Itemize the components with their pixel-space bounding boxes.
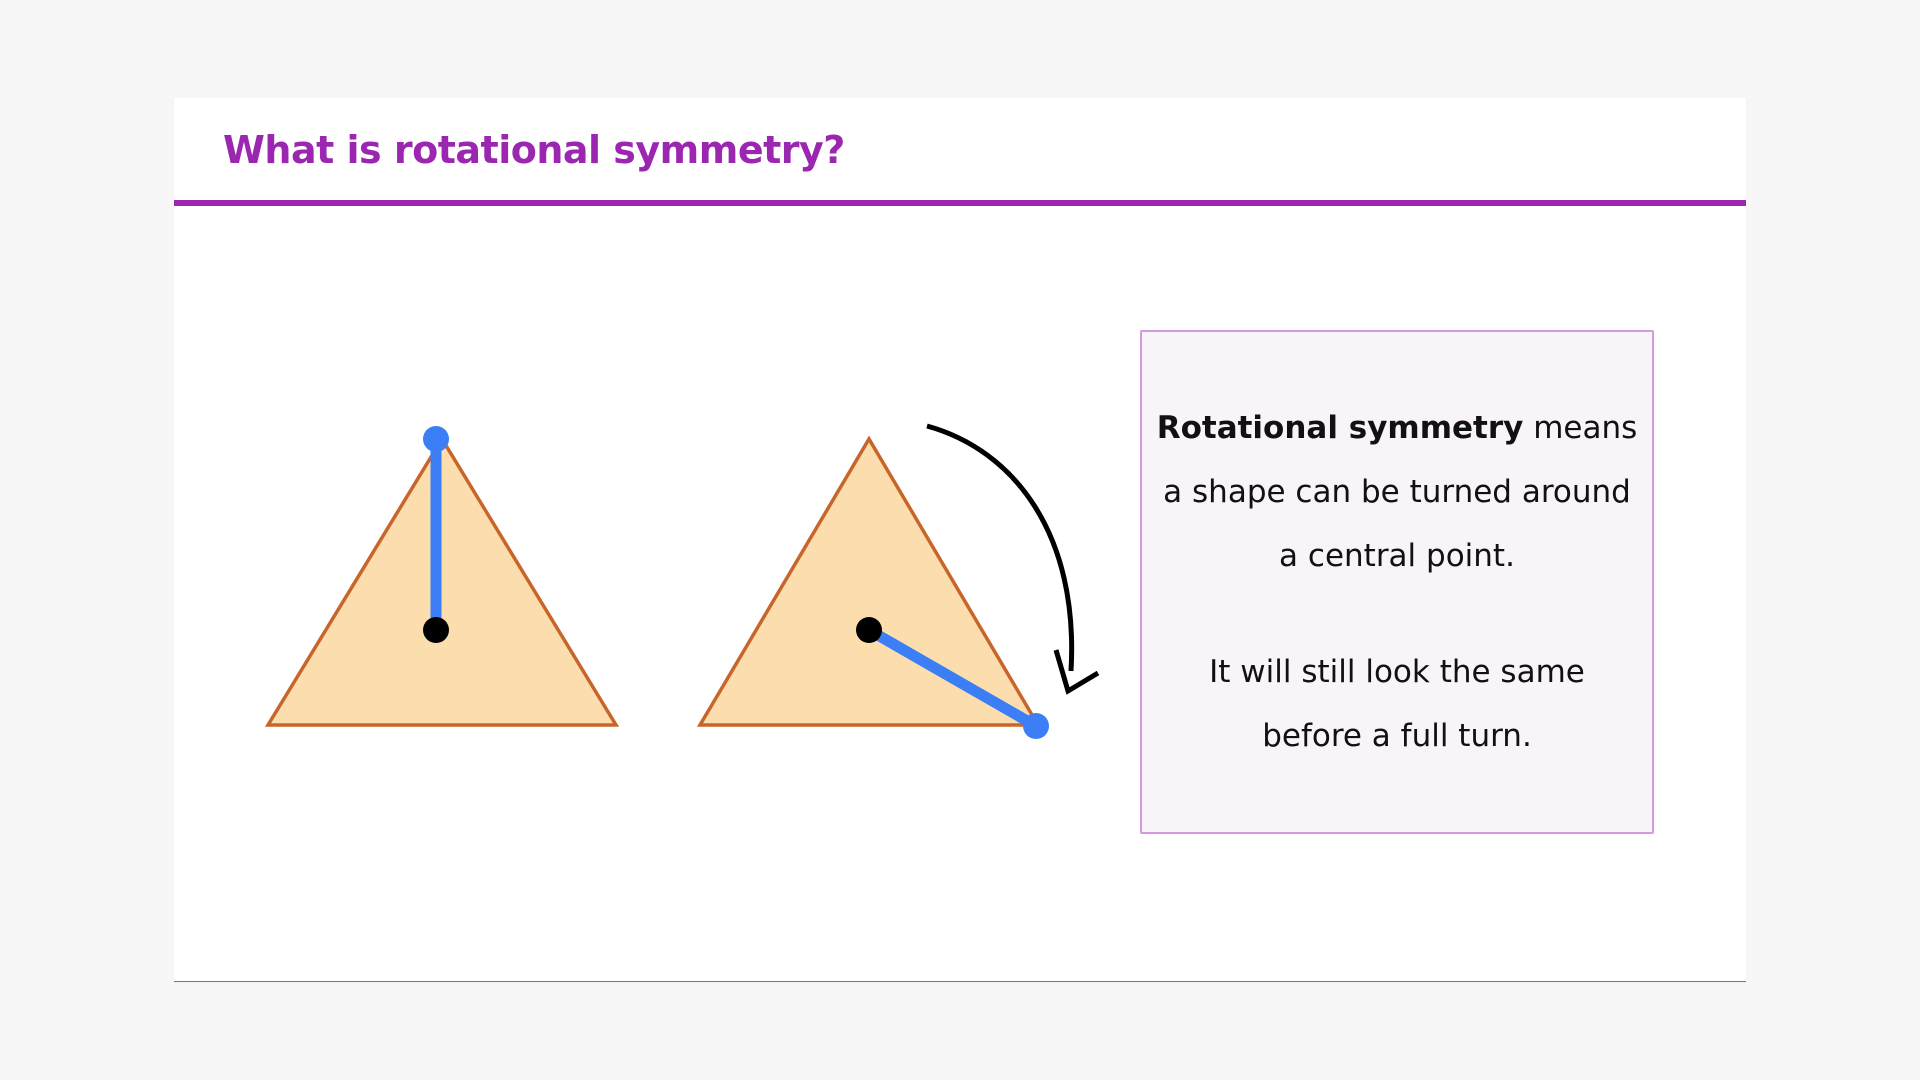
triangle-original (264, 426, 620, 727)
triangle-original-center-point (423, 617, 449, 643)
definition-note: It will still look the same before a ful… (1209, 654, 1585, 754)
triangle-rotated-vertex-marker (1023, 713, 1049, 739)
triangle-original-vertex-marker (423, 426, 449, 452)
triangle-original-shape (264, 435, 620, 727)
definition-term: Rotational symmetry (1156, 410, 1524, 446)
definition-box: Rotational symmetry means a shape can be… (1140, 330, 1654, 834)
triangle-rotated-shape (696, 435, 1042, 727)
definition-text: Rotational symmetry means a shape can be… (1156, 396, 1638, 588)
rotation-arrowhead (1053, 649, 1100, 695)
slide: What is rotational symmetry? Rotational … (174, 98, 1746, 982)
triangle-rotated (696, 435, 1049, 739)
triangle-rotated-center-point (856, 617, 882, 643)
